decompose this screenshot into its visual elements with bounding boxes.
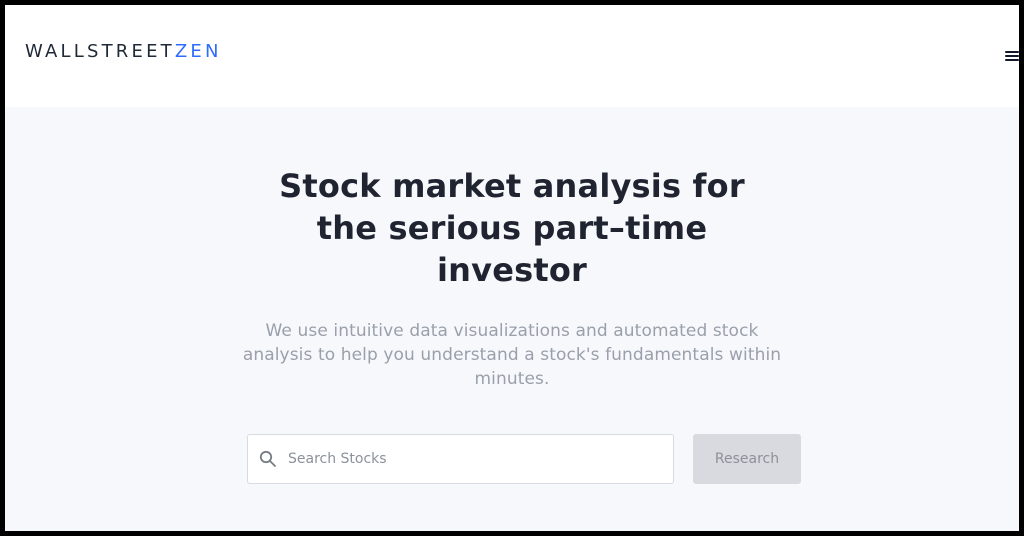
stock-search-box[interactable]	[247, 434, 674, 484]
logo-main-text: WALLSTREET	[25, 41, 175, 62]
menu-line	[1005, 55, 1019, 57]
search-icon	[259, 450, 276, 467]
subtitle-line-2: analysis to help you understand a stock'…	[242, 345, 782, 365]
research-button[interactable]: Research	[693, 434, 801, 484]
hero-subtitle: We use intuitive data visualizations and…	[227, 319, 797, 391]
menu-line	[1005, 59, 1019, 61]
hero-section: Stock market analysis for the serious pa…	[5, 107, 1019, 531]
subtitle-line-3: minutes.	[474, 369, 550, 389]
hamburger-menu-icon[interactable]	[1005, 49, 1019, 65]
site-header: WALLSTREETZEN	[5, 5, 1019, 107]
subtitle-line-1: We use intuitive data visualizations and…	[265, 321, 759, 341]
menu-line	[1005, 51, 1019, 53]
logo-accent-text: ZEN	[174, 41, 222, 62]
site-logo[interactable]: WALLSTREETZEN	[25, 41, 222, 62]
title-line-3: investor	[436, 251, 588, 289]
title-line-2: the serious part–time	[316, 209, 708, 247]
app-window: WALLSTREETZEN Stock market analysis for …	[5, 5, 1019, 531]
page-title: Stock market analysis for the serious pa…	[212, 165, 812, 291]
search-input[interactable]	[288, 435, 668, 483]
title-line-1: Stock market analysis for	[279, 167, 745, 205]
